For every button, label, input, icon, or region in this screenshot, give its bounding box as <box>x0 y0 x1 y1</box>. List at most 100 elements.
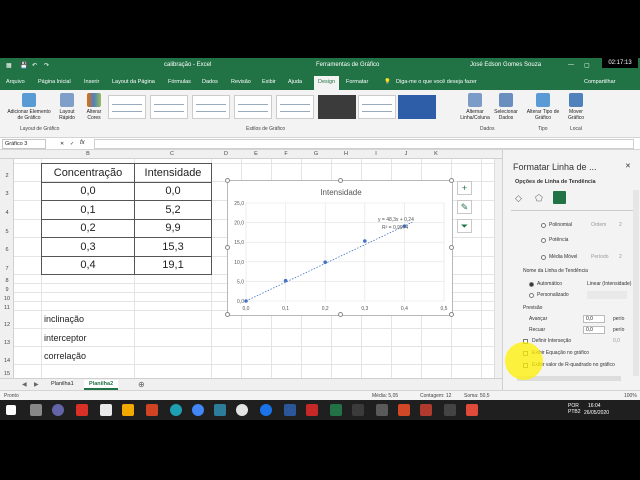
chart-style-3[interactable] <box>192 95 230 119</box>
chart-elements-button[interactable]: + <box>457 181 472 195</box>
row-header[interactable]: 15 <box>0 371 14 377</box>
minimize-icon[interactable]: — <box>568 62 574 68</box>
change-colors-button[interactable]: Alterar Cores <box>82 93 106 121</box>
word-icon[interactable] <box>284 404 296 416</box>
tab-layout-pagina[interactable]: Layout da Página <box>112 79 155 85</box>
col-header[interactable]: D <box>218 151 234 157</box>
app-icon[interactable] <box>376 404 388 416</box>
fx-icon[interactable]: fx <box>80 140 85 146</box>
quick-layout-button[interactable]: Layout Rápido <box>56 93 78 121</box>
undo-icon[interactable]: ↶ <box>32 62 37 69</box>
sheet-tab-planilha2[interactable]: Planilha2 <box>84 380 119 390</box>
tab-inserir[interactable]: Inserir <box>84 79 99 85</box>
user-name[interactable]: José Edson Gomes Souza <box>470 62 541 68</box>
app-icon[interactable] <box>260 404 272 416</box>
redo-icon[interactable]: ↷ <box>44 62 49 69</box>
table-cell[interactable]: 0,0 <box>41 181 135 201</box>
table-cell[interactable]: 15,3 <box>134 237 212 257</box>
chart-style-7[interactable] <box>358 95 396 119</box>
pdf-icon[interactable] <box>76 404 88 416</box>
label-correlacao[interactable]: correlação <box>44 351 86 361</box>
name-box[interactable]: Gráfico 3 <box>2 139 46 149</box>
next-sheet-icon[interactable]: ▶ <box>34 381 39 388</box>
app-icon[interactable] <box>100 404 112 416</box>
taskbar-time[interactable]: 16:04 <box>588 403 601 409</box>
table-cell[interactable]: 9,9 <box>134 218 212 238</box>
move-chart-button[interactable]: Mover Gráfico <box>564 93 588 121</box>
col-header[interactable]: F <box>278 151 294 157</box>
row-header[interactable]: 9 <box>0 287 14 293</box>
powerpoint-icon[interactable] <box>398 404 410 416</box>
opt-media-movel-value[interactable]: 2 <box>619 254 622 260</box>
label-inclinacao[interactable]: inclinação <box>44 314 84 324</box>
row-header[interactable]: 13 <box>0 340 14 346</box>
tab-dados[interactable]: Dados <box>202 79 218 85</box>
opt-polinomial[interactable]: Polinomial <box>549 222 572 228</box>
chart-style-1[interactable] <box>108 95 146 119</box>
table-cell[interactable]: 0,2 <box>41 218 135 238</box>
col-header[interactable]: H <box>338 151 354 157</box>
header-concentracao[interactable]: Concentração <box>41 163 135 183</box>
worksheet-grid[interactable]: B C D E F G H I J K 2 3 4 5 6 7 8 9 10 1… <box>0 150 502 378</box>
cancel-icon[interactable]: ✕ <box>60 141 64 147</box>
header-intensidade[interactable]: Intensidade <box>134 163 212 183</box>
row-header[interactable]: 11 <box>0 305 14 311</box>
app-icon[interactable] <box>52 404 64 416</box>
col-header[interactable]: G <box>308 151 324 157</box>
opt-personalizado[interactable]: Personalizado <box>537 292 569 298</box>
share-button[interactable]: Compartilhar <box>584 79 615 85</box>
radio-potencia[interactable] <box>541 238 546 243</box>
chart-style-2[interactable] <box>150 95 188 119</box>
table-cell[interactable]: 0,3 <box>41 237 135 257</box>
tab-arquivo[interactable]: Arquivo <box>6 79 25 85</box>
pane-section[interactable]: Opções de Linha de Tendência <box>515 179 596 185</box>
app-icon[interactable] <box>352 404 364 416</box>
opt-media-movel[interactable]: Média Móvel <box>549 254 577 260</box>
scatter-chart[interactable]: Intensidade 0,0 5,0 10,0 15,0 20,0 25,0 0,0 0,1 0… <box>228 181 454 317</box>
radio-media-movel[interactable] <box>541 255 546 260</box>
confirm-icon[interactable]: ✓ <box>70 141 74 147</box>
col-header[interactable]: B <box>80 151 96 157</box>
intercept-label[interactable]: Definir Interseção <box>532 338 571 344</box>
language-indicator[interactable]: POR PTB2 <box>568 403 582 415</box>
windows-start-icon[interactable] <box>6 405 16 415</box>
opt-polinomial-value[interactable]: 2 <box>619 222 622 228</box>
change-chart-type-button[interactable]: Alterar Tipo de Gráfico <box>526 93 560 121</box>
radio-personalizado[interactable] <box>529 293 534 298</box>
table-cell[interactable]: 5,2 <box>134 200 212 220</box>
show-r2-label[interactable]: Exibir valor de R-quadrado no gráfico <box>532 362 615 368</box>
table-cell[interactable]: 19,1 <box>134 255 212 275</box>
tab-formatar[interactable]: Formatar <box>346 79 368 85</box>
fill-line-icon[interactable]: ◇ <box>515 193 522 204</box>
app-icon[interactable] <box>420 404 432 416</box>
radio-polinomial[interactable] <box>541 223 546 228</box>
row-header[interactable]: 3 <box>0 191 14 197</box>
pane-vertical-scrollbar[interactable] <box>633 190 639 376</box>
opt-potencia[interactable]: Potência <box>549 237 568 243</box>
select-data-button[interactable]: Selecionar Dados <box>492 93 520 121</box>
chart-object[interactable]: Intensidade 0,0 5,0 10,0 15,0 20,0 25,0 0,0 0,1 0… <box>225 178 454 317</box>
switch-row-col-button[interactable]: Alternar Linha/Coluna <box>460 93 490 121</box>
excel-taskbar-icon[interactable] <box>330 404 342 416</box>
sheet-tab-planilha1[interactable]: Planilha1 <box>46 380 79 388</box>
col-header[interactable]: E <box>248 151 264 157</box>
effects-icon[interactable]: ⬠ <box>535 193 543 204</box>
forward-input[interactable]: 0,0 <box>583 315 605 323</box>
tab-formulas[interactable]: Fórmulas <box>168 79 191 85</box>
tab-pagina-inicial[interactable]: Página Inicial <box>38 79 71 85</box>
row-header[interactable]: 7 <box>0 266 14 272</box>
row-header[interactable]: 12 <box>0 322 14 328</box>
app-icon[interactable] <box>444 404 456 416</box>
col-header[interactable]: K <box>428 151 444 157</box>
table-cell[interactable]: 0,0 <box>134 181 212 201</box>
intercept-value[interactable]: 0,0 <box>613 338 620 344</box>
app-icon[interactable] <box>466 404 478 416</box>
chart-style-5[interactable] <box>276 95 314 119</box>
row-header[interactable]: 6 <box>0 247 14 253</box>
chart-styles-brush-icon[interactable]: ✎ <box>457 200 472 214</box>
row-header[interactable]: 8 <box>0 278 14 284</box>
row-header[interactable]: 10 <box>0 296 14 302</box>
row-header[interactable]: 14 <box>0 358 14 364</box>
col-header[interactable]: C <box>164 151 180 157</box>
restore-icon[interactable]: ▢ <box>584 62 590 69</box>
